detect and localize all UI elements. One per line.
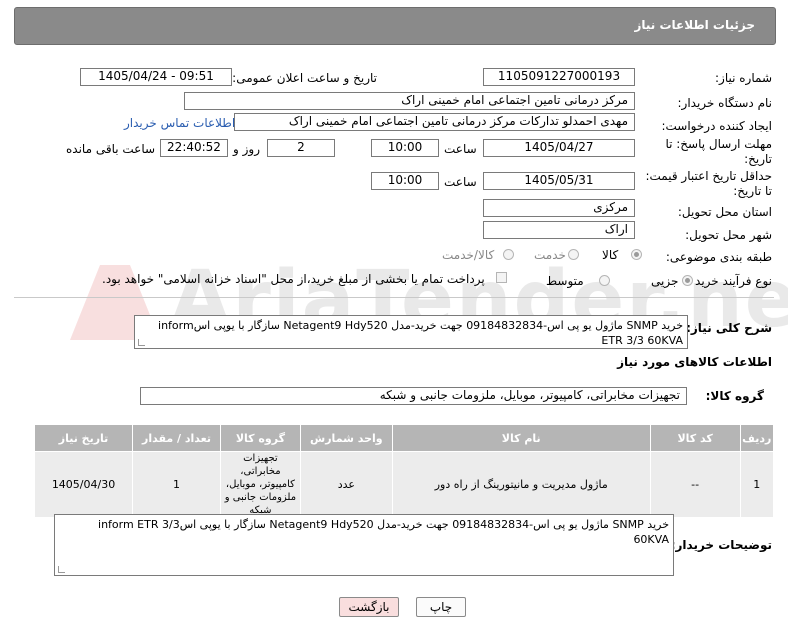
header-name: نام کالا bbox=[391, 424, 651, 452]
validity-time-label: ساعت bbox=[444, 175, 477, 189]
header-unit: واحد شمارش bbox=[299, 424, 393, 452]
buyer-org-field: مرکز درمانی تامین اجتماعی امام خمینی ارا… bbox=[184, 92, 635, 110]
contact-link[interactable]: اطلاعات تماس خریدار bbox=[124, 116, 235, 130]
deadline-date-field: 1405/04/27 bbox=[483, 139, 635, 157]
description-text: خرید SNMP ماژول یو پی اس-09184832834 جهت… bbox=[158, 319, 683, 347]
goods-section-title: اطلاعات کالاهای مورد نیاز bbox=[617, 355, 772, 369]
description-label: شرح کلی نیاز: bbox=[686, 321, 772, 335]
process-label: نوع فرآیند خرید : bbox=[687, 274, 772, 288]
description-field[interactable]: خرید SNMP ماژول یو پی اس-09184832834 جهت… bbox=[134, 315, 688, 349]
province-label: استان محل تحویل: bbox=[677, 205, 772, 219]
buyer-notes-label: توضیحات خریدار: bbox=[670, 538, 772, 552]
header-date: تاریخ نیاز bbox=[33, 424, 134, 452]
cell-code: -- bbox=[649, 451, 741, 518]
category-radio-goods[interactable] bbox=[631, 249, 642, 260]
remaining-time-field: 22:40:52 bbox=[160, 139, 228, 157]
requester-label: ایجاد کننده درخواست: bbox=[661, 119, 772, 133]
remaining-label: ساعت باقی مانده bbox=[66, 142, 156, 156]
requester-field: مهدی احمدلو تدارکات مرکز درمانی تامین اج… bbox=[234, 113, 635, 131]
buyer-notes-field[interactable]: خرید SNMP ماژول یو پی اس-09184832834 جهت… bbox=[54, 514, 674, 576]
process-radio-minor[interactable] bbox=[682, 275, 693, 286]
deadline-label: مهلت ارسال پاسخ: تا bbox=[665, 137, 772, 151]
cell-date: 1405/04/30 bbox=[33, 451, 134, 518]
validity-label: حداقل تاریخ اعتبار قیمت: bbox=[645, 169, 772, 183]
process-option-minor: جزیی bbox=[651, 274, 679, 288]
header-quantity: تعداد / مقدار bbox=[132, 424, 221, 452]
need-number-label: شماره نیاز: bbox=[715, 71, 772, 85]
city-field: اراک bbox=[483, 221, 635, 239]
cell-name: ماژول مدیریت و مانیتورینگ از راه دور bbox=[391, 451, 651, 518]
deadline-label-2: تاریخ: bbox=[744, 152, 772, 166]
back-button[interactable]: بازگشت bbox=[339, 597, 399, 617]
print-button[interactable]: چاپ bbox=[416, 597, 466, 617]
cell-group: تجهیزات مخابراتی، کامپیوتر، موبایل، ملزو… bbox=[219, 451, 301, 518]
validity-date-field: 1405/05/31 bbox=[483, 172, 635, 190]
cell-unit: عدد bbox=[299, 451, 393, 518]
table-row: 1405/04/30 1 تجهیزات مخابراتی، کامپیوتر،… bbox=[33, 451, 775, 518]
items-table: تاریخ نیاز تعداد / مقدار گروه کالا واحد … bbox=[33, 424, 775, 518]
process-radio-medium[interactable] bbox=[599, 275, 610, 286]
resize-handle-icon[interactable] bbox=[58, 566, 65, 573]
deadline-time-label: ساعت bbox=[444, 142, 477, 156]
category-option-service: خدمت bbox=[534, 248, 566, 262]
announce-label: تاریخ و ساعت اعلان عمومی: bbox=[232, 71, 377, 85]
announce-field: 1405/04/24 - 09:51 bbox=[80, 68, 232, 86]
buyer-org-label: نام دستگاه خریدار: bbox=[677, 96, 773, 110]
divider bbox=[14, 297, 774, 298]
cell-quantity: 1 bbox=[132, 451, 221, 518]
header-code: کد کالا bbox=[649, 424, 741, 452]
need-number-field: 1105091227000193 bbox=[483, 68, 635, 86]
category-radio-goods-service[interactable] bbox=[503, 249, 514, 260]
days-label: روز و bbox=[233, 142, 260, 156]
buyer-notes-text: خرید SNMP ماژول یو پی اس-09184832834 جهت… bbox=[98, 518, 669, 546]
province-field: مرکزی bbox=[483, 199, 635, 217]
treasury-payment-checkbox[interactable] bbox=[496, 272, 507, 283]
section-header: جزئیات اطلاعات نیاز bbox=[14, 7, 776, 45]
validity-label-2: تا تاریخ: bbox=[733, 184, 772, 198]
category-label: طبقه بندی موضوعی: bbox=[665, 250, 772, 264]
validity-time-field: 10:00 bbox=[371, 172, 439, 190]
process-option-medium: متوسط bbox=[546, 274, 584, 288]
goods-group-label: گروه کالا: bbox=[705, 389, 764, 403]
deadline-time-field: 10:00 bbox=[371, 139, 439, 157]
header-row: ردیف bbox=[739, 424, 775, 452]
page-title: جزئیات اطلاعات نیاز bbox=[634, 18, 755, 32]
category-option-goods-service: کالا/خدمت bbox=[442, 248, 495, 262]
category-option-goods: کالا bbox=[602, 248, 619, 262]
cell-row: 1 bbox=[739, 451, 775, 518]
header-group: گروه کالا bbox=[219, 424, 301, 452]
city-label: شهر محل تحویل: bbox=[685, 228, 772, 242]
goods-group-field: تجهیزات مخابراتی، کامپیوتر، موبایل، ملزو… bbox=[140, 387, 687, 405]
category-radio-service[interactable] bbox=[568, 249, 579, 260]
treasury-payment-note: پرداخت تمام یا بخشی از مبلغ خرید،از محل … bbox=[102, 272, 485, 286]
resize-handle-icon[interactable] bbox=[138, 339, 145, 346]
table-header-row: تاریخ نیاز تعداد / مقدار گروه کالا واحد … bbox=[33, 424, 775, 452]
days-field: 2 bbox=[267, 139, 335, 157]
